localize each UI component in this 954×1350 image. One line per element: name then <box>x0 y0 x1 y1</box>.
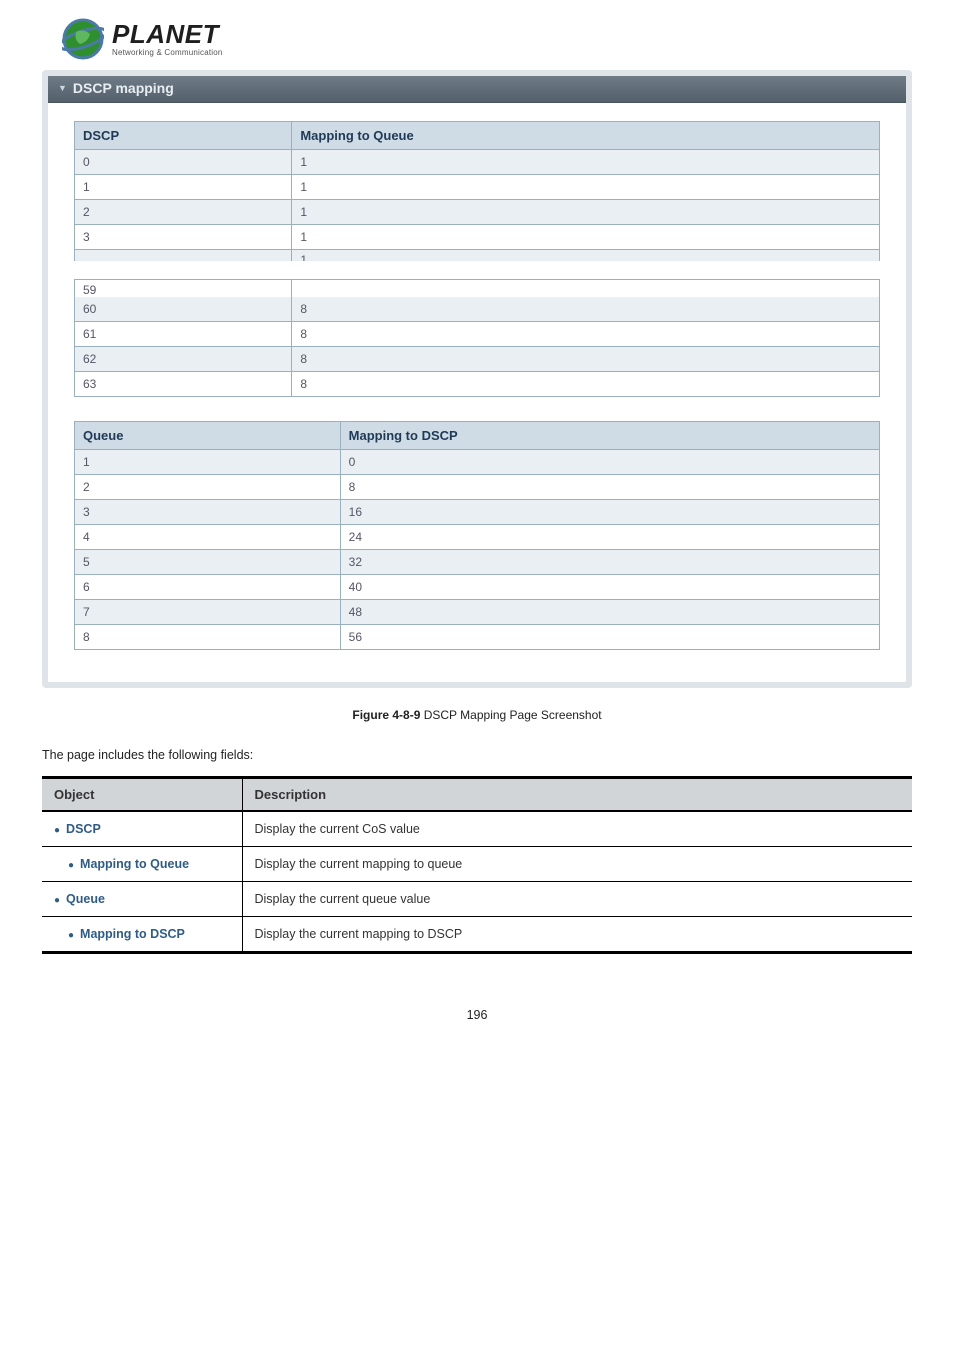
bullet-icon: ● <box>68 930 74 941</box>
object-desc: Display the current mapping to DSCP <box>242 917 912 953</box>
col-mapping-to-dscp: Mapping to DSCP <box>340 422 879 450</box>
table-row: 01 <box>75 150 880 175</box>
bullet-icon: ● <box>54 895 60 906</box>
col-description: Description <box>242 778 912 812</box>
dscp-to-queue-table: DSCP Mapping to Queue 01 11 21 31 41 <box>74 121 880 267</box>
col-object: Object <box>42 778 242 812</box>
bullet-icon: ● <box>54 825 60 836</box>
table-row: 856 <box>75 625 880 650</box>
object-name: Mapping to Queue <box>80 857 189 871</box>
figure-title: DSCP Mapping Page Screenshot <box>420 708 601 722</box>
brand-name: PLANET <box>112 21 223 47</box>
table-row: ● DSCP Display the current CoS value <box>42 811 912 847</box>
object-desc: Display the current queue value <box>242 882 912 917</box>
figure-caption: Figure 4-8-9 DSCP Mapping Page Screensho… <box>0 708 954 722</box>
panel-header[interactable]: ▼ DSCP mapping <box>48 76 906 103</box>
table-row: ● Mapping to DSCP Display the current map… <box>42 917 912 953</box>
table-row: 28 <box>75 475 880 500</box>
queue-to-dscp-table: Queue Mapping to DSCP 10 28 316 424 532 … <box>74 421 880 650</box>
object-desc: Display the current mapping to queue <box>242 847 912 882</box>
table-split-gap <box>48 261 906 279</box>
table-row: ● Queue Display the current queue value <box>42 882 912 917</box>
table-row: 424 <box>75 525 880 550</box>
table-row: 316 <box>75 500 880 525</box>
fields-intro: The page includes the following fields: <box>42 748 954 762</box>
collapse-icon: ▼ <box>58 83 67 93</box>
logo-text: PLANET Networking & Communication <box>112 21 223 57</box>
dscp-to-queue-table-continued: 598 608 618 628 638 <box>74 279 880 397</box>
table-row: 618 <box>75 322 880 347</box>
panel-title: DSCP mapping <box>73 80 174 96</box>
figure-number: Figure 4-8-9 <box>352 708 420 722</box>
table-row: 748 <box>75 600 880 625</box>
table-row: 628 <box>75 347 880 372</box>
planet-logo-icon <box>62 18 104 60</box>
table-row: 598 <box>75 280 880 298</box>
object-name: Queue <box>66 892 105 906</box>
col-queue: Queue <box>75 422 341 450</box>
table-row: ● Mapping to Queue Display the current ma… <box>42 847 912 882</box>
object-name: DSCP <box>66 822 101 836</box>
table-row: 638 <box>75 372 880 397</box>
object-name: Mapping to DSCP <box>80 927 185 941</box>
table-row: 11 <box>75 175 880 200</box>
table-row: 10 <box>75 450 880 475</box>
table-row: 31 <box>75 225 880 250</box>
dscp-mapping-panel: ▼ DSCP mapping DSCP Mapping to Queue 01 … <box>42 70 912 688</box>
table-row: 21 <box>75 200 880 225</box>
brand-tagline: Networking & Communication <box>112 49 223 57</box>
table-row: 532 <box>75 550 880 575</box>
page-number: 196 <box>0 1008 954 1022</box>
table-row: 640 <box>75 575 880 600</box>
col-dscp: DSCP <box>75 122 292 150</box>
col-mapping-to-queue: Mapping to Queue <box>292 122 880 150</box>
logo: PLANET Networking & Communication <box>0 0 954 66</box>
object-desc: Display the current CoS value <box>242 811 912 847</box>
bullet-icon: ● <box>68 860 74 871</box>
table-row: 608 <box>75 297 880 322</box>
fields-table: Object Description ● DSCP Display the cur… <box>42 776 912 954</box>
